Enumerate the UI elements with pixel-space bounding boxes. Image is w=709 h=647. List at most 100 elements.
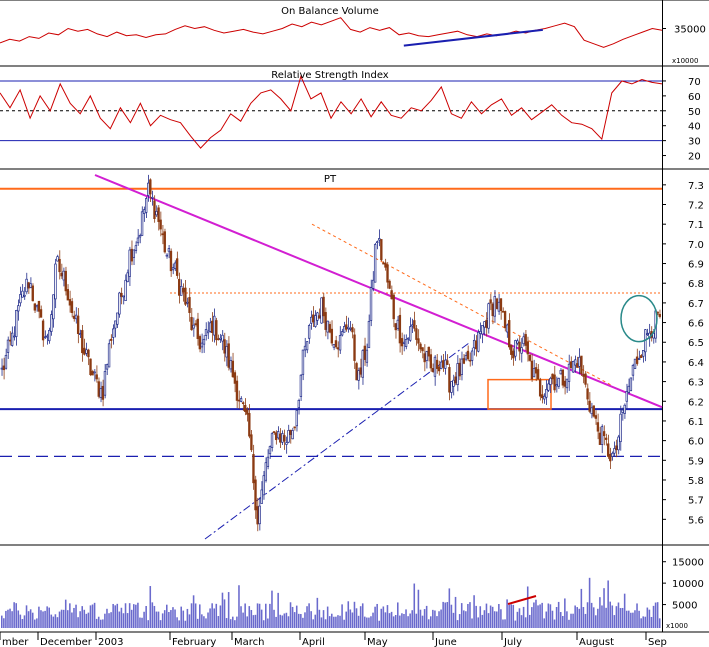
candle-body (85, 349, 88, 354)
candle-body (571, 361, 575, 373)
candle-body (231, 360, 235, 378)
candle-body (454, 376, 457, 384)
volume-bar (17, 610, 20, 628)
candle-body (142, 209, 146, 214)
pt-tick-label: 7.1 (688, 220, 704, 231)
volume-bar (405, 609, 407, 628)
candle-body (124, 279, 127, 301)
candle-body (452, 379, 455, 387)
volume-bar (502, 619, 504, 628)
candle-body (23, 294, 26, 297)
volume-bar (489, 605, 492, 628)
candle-body (95, 374, 98, 380)
candle-body (48, 330, 51, 342)
candle-body (192, 324, 195, 329)
volume-bar (229, 619, 232, 628)
candle-body (623, 404, 626, 414)
candle-body (87, 349, 90, 358)
volume-bar (493, 611, 496, 628)
candle-body (510, 344, 513, 355)
volume-bar (473, 595, 475, 628)
volume-bar (120, 607, 123, 628)
candle-body (165, 254, 169, 257)
volume-bar (13, 602, 15, 628)
volume-bar (110, 612, 112, 628)
candle-body (330, 328, 334, 344)
volume-bar (232, 616, 234, 628)
volume-bar (471, 618, 473, 628)
volume-bar (75, 604, 77, 628)
volume-bar (415, 613, 418, 628)
volume-unit-label: x1000 (666, 622, 688, 630)
volume-bar (40, 610, 42, 628)
volume-bar (520, 615, 523, 628)
candle-body (227, 343, 230, 368)
candle-body (396, 319, 400, 329)
candle-body (246, 409, 249, 415)
candle-body (145, 198, 148, 213)
x-axis-label: Sep (648, 637, 667, 647)
candle-body (555, 384, 558, 387)
volume-bar (392, 616, 395, 628)
candle-body (126, 272, 129, 283)
candle-body (637, 358, 641, 360)
candle-body (103, 371, 107, 396)
pt-tick-label: 6.1 (688, 417, 704, 428)
volume-bar (306, 606, 308, 628)
volume-bar (304, 612, 306, 628)
volume-bar (199, 604, 201, 628)
volume-bar (504, 619, 506, 628)
candle-body (130, 248, 133, 262)
candle-body (549, 377, 552, 385)
volume-bar (559, 612, 562, 628)
volume-bar (376, 603, 378, 628)
candle-body (563, 380, 567, 387)
candle-body (109, 338, 113, 341)
candle-body (528, 354, 532, 361)
pt-tick-label: 5.9 (688, 456, 704, 467)
candle-body (604, 437, 608, 440)
volume-bar (77, 617, 79, 628)
volume-bar (557, 601, 560, 628)
candle-body (588, 400, 591, 412)
candle-body (153, 200, 156, 219)
volume-bar (34, 619, 36, 628)
volume-bar (529, 614, 531, 628)
volume-bar (419, 609, 422, 628)
volume-bar (444, 602, 446, 628)
candle-body (561, 369, 565, 386)
volume-bar (314, 614, 317, 628)
volume-bar (298, 613, 300, 628)
pt-tick-label: 5.8 (688, 476, 704, 487)
volume-bar (463, 610, 465, 628)
volume-bar (275, 616, 277, 628)
candle-body (425, 351, 428, 361)
candle-body (301, 349, 305, 375)
volume-bar (130, 609, 133, 628)
volume-bar (302, 617, 304, 628)
volume-bar (467, 603, 469, 628)
rsi-tick-label: 70 (688, 77, 701, 88)
rsi-tick-label: 50 (688, 107, 701, 118)
volume-bar (15, 603, 17, 628)
volume-bar (11, 611, 13, 628)
volume-bar (337, 615, 339, 628)
candle-body (291, 430, 294, 440)
volume-bar (566, 611, 568, 628)
volume-bar (430, 616, 432, 628)
pt-tick-label: 6.9 (688, 260, 704, 271)
volume-bar (279, 614, 281, 628)
candle-body (431, 368, 435, 373)
candle-body (29, 283, 32, 288)
volume-bar (524, 617, 527, 628)
rsi-tick-label: 20 (688, 152, 701, 163)
volume-bar (300, 613, 302, 628)
volume-bar (116, 603, 119, 628)
volume-bar (658, 618, 661, 628)
volume-bar (225, 618, 228, 628)
volume-bar (211, 603, 213, 628)
volume-bar (617, 602, 620, 628)
candle-body (0, 367, 4, 370)
rsi-title: Relative Strength Index (271, 70, 389, 81)
volume-bar (361, 603, 364, 628)
